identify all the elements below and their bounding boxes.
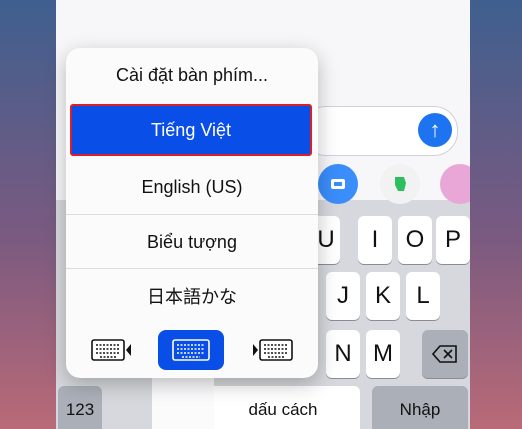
- key-o[interactable]: O: [398, 216, 432, 264]
- key-i[interactable]: I: [358, 216, 392, 264]
- keyboard-left-button[interactable]: [80, 330, 146, 370]
- space-key[interactable]: dấu cách: [206, 386, 360, 429]
- keyboard-left-icon: [91, 339, 131, 361]
- language-japanese-kana-item[interactable]: 日本語かな: [66, 268, 318, 323]
- delete-key[interactable]: [422, 330, 468, 378]
- arrow-up-icon: ↑: [429, 117, 441, 142]
- return-key[interactable]: Nhập: [372, 386, 468, 429]
- keyboard-switcher-menu: Cài đặt bàn phím... Tiếng Việt English (…: [66, 48, 318, 378]
- emoji-symbols-item[interactable]: Biểu tượng: [66, 214, 318, 269]
- numbers-key[interactable]: 123: [58, 386, 102, 429]
- keyboard-full-button[interactable]: [158, 330, 224, 370]
- key-l[interactable]: L: [406, 272, 440, 320]
- keyboard-full-icon: [172, 339, 210, 361]
- key-j[interactable]: J: [326, 272, 360, 320]
- key-m[interactable]: M: [366, 330, 400, 378]
- language-english-item[interactable]: English (US): [66, 160, 318, 214]
- language-vietnamese-item[interactable]: Tiếng Việt: [70, 104, 312, 156]
- evernote-icon[interactable]: [380, 164, 420, 204]
- key-p[interactable]: P: [436, 216, 470, 264]
- backspace-icon: [432, 345, 457, 363]
- keyboard-right-button[interactable]: [238, 330, 304, 370]
- key-n[interactable]: N: [326, 330, 360, 378]
- keyboard-right-icon: [253, 339, 293, 361]
- keyboard-settings-item[interactable]: Cài đặt bàn phím...: [66, 48, 318, 102]
- menu-anchor-tab: [152, 376, 214, 429]
- app-store-icon[interactable]: [318, 164, 358, 204]
- key-k[interactable]: K: [366, 272, 400, 320]
- send-button[interactable]: ↑: [418, 113, 452, 147]
